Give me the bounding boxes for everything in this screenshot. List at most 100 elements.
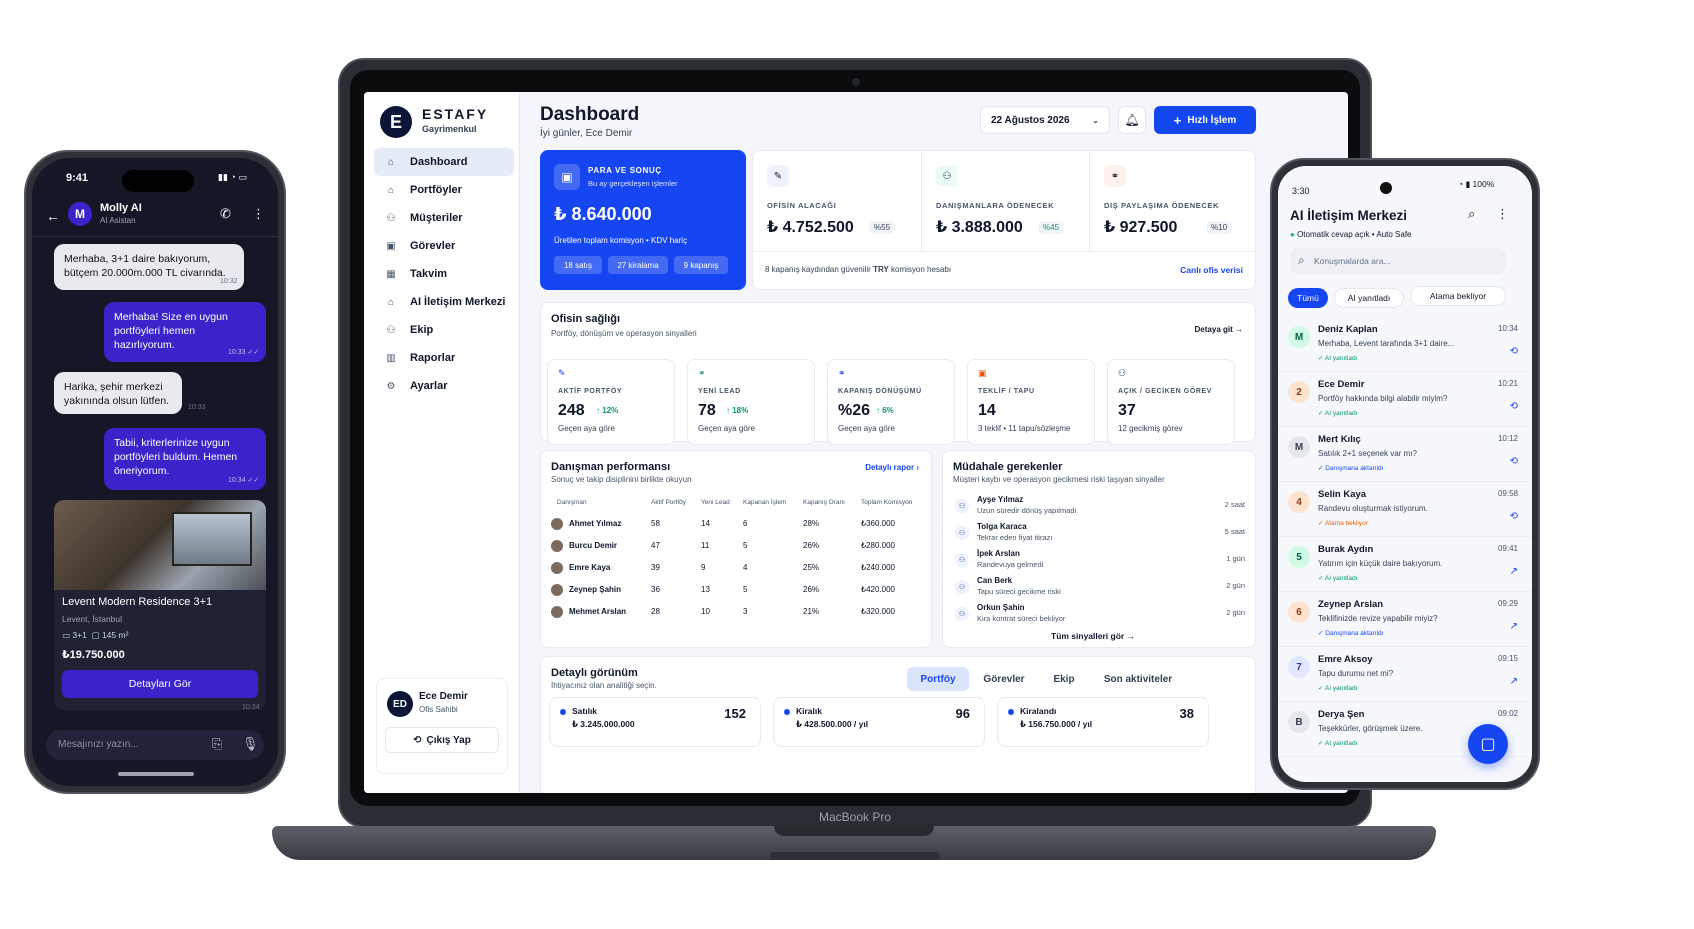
detail-stat-count: 38 [1179,706,1194,721]
health-card[interactable]: ⚭ YENİ LEAD 78 ↑ 18% Geçen aya göre [687,359,815,445]
tab-recent-activities[interactable]: Son aktiviteler [1093,667,1183,691]
date-select[interactable]: 22 Ağustos 2026 ⌄ [980,106,1110,134]
conversation-item[interactable]: 7 Emre Aksoy Tapu durumu net mi? ✓ AI yanıt… [1278,646,1532,702]
signal-item[interactable]: ⚇ İpek Arslan Randevuya gelmedi 1 gün [943,549,1257,575]
filter-awaiting-assignment[interactable]: Atama bekliyor [1410,286,1506,306]
table-cell: 5 [743,541,748,550]
table-cell: 28 [651,607,660,616]
tab-tasks[interactable]: Görevler [973,667,1035,691]
kpi-divider [753,251,1255,252]
detail-stat-count: 152 [724,706,746,721]
conversation-name: Mert Kılıç [1318,434,1361,445]
health-card[interactable]: ✎ AKTİF PORTFÖY 248 ↑ 12% Geçen aya göre [547,359,675,445]
signal-item[interactable]: ⚇ Ayşe Yılmaz Uzun süredir dönüş yapılmadı… [943,495,1257,521]
sidebar-item-dashboard[interactable]: ⌂ Dashboard [374,148,514,176]
nav-icon: ▦ [386,268,396,280]
logout-button[interactable]: ⟲ Çıkış Yap [385,727,499,753]
health-card[interactable]: ⚭ KAPANIŞ DÖNÜŞÜMÜ %26 ↑ 6% Geçen aya göre [827,359,955,445]
detail-view-panel: Detaylı görünüm İhtiyacınız olan analiti… [540,656,1256,793]
filter-all[interactable]: Tümü [1288,288,1328,308]
wallet-icon: ▣ [554,164,580,190]
search-input[interactable]: ⌕ Konuşmalarda ara... [1290,248,1506,274]
health-caption: Geçen aya göre [558,424,615,433]
avatar [551,606,563,618]
table-row[interactable]: Mehmet Arslan 28 10 3 21% ₺320.000 [541,603,933,623]
sidebar-item-görevler[interactable]: ▣ Görevler [374,232,514,260]
attachment-icon[interactable]: ⎘ [212,736,222,752]
status-icon: ✓ [1318,740,1325,747]
kpi-icon: ⚇ [936,165,958,187]
listing-details-button[interactable]: Detayları Gör [62,670,258,698]
table-row[interactable]: Emre Kaya 39 9 4 25% ₺240.000 [541,559,933,579]
hero-pill-closings: 9 kapanış [674,256,728,274]
sidebar-item-müşteriler[interactable]: ⚇ Müşteriler [374,204,514,232]
sidebar-item-portföyler[interactable]: ⌂ Portföyler [374,176,514,204]
revenue-hero-card[interactable]: ▣ PARA VE SONUÇ Bu ay gerçekleşen işleml… [540,150,746,290]
detailed-report-link[interactable]: Detaylı rapor › [865,463,919,472]
health-details-link[interactable]: Detaya git → [1195,325,1243,334]
sidebar-item-raporlar[interactable]: ▥ Raporlar [374,344,514,372]
avatar [551,518,563,530]
tab-team[interactable]: Ekip [1039,667,1089,691]
kpi-percentage: %55 [869,221,896,234]
kpi-label: DIŞ PAYLAŞIMA ÖDENECEK [1104,201,1220,210]
signal-name: Tolga Karaca [977,522,1027,531]
microphone-icon[interactable]: 🎙︎ [242,736,259,752]
tab-portfolio[interactable]: Portföy [907,667,969,691]
quick-action-button[interactable]: + Hızlı İşlem [1154,106,1256,134]
conversation-item[interactable]: 5 Burak Aydın Yatırım için küçük daire bak… [1278,536,1532,592]
more-menu-icon[interactable]: ⋮ [252,206,265,222]
table-cell: 14 [701,519,710,528]
health-card[interactable]: ⚇ AÇIK / GECİKEN GÖREV 37 12 gecikmiş görev [1107,359,1235,445]
live-data-link[interactable]: Canlı ofis verisi [1180,265,1243,275]
table-cell: Ahmet Yılmaz [569,519,622,528]
intervention-subtitle: Müşteri kaybı ve operasyon gecikmesi ris… [953,475,1165,484]
table-cell: 58 [651,519,660,528]
user-alert-icon: ⚇ [955,526,969,540]
listing-card[interactable]: Levent Modern Residence 3+1 Levent, İsta… [54,500,266,710]
conversation-status-text: AI yanıtladı [1324,740,1358,747]
message-input[interactable]: Mesajınızı yazın... ⎘ 🎙︎ [46,730,264,760]
conversation-item[interactable]: M Deniz Kaplan Merhaba, Levent tarafında 3… [1278,316,1532,372]
back-arrow-icon[interactable]: ← [46,208,60,224]
notifications-button[interactable]: 🔔︎ [1118,106,1146,134]
more-menu-icon[interactable]: ⋮ [1496,206,1509,222]
sidebar-item-ekip[interactable]: ⚇ Ekip [374,316,514,344]
sidebar-item-takvim[interactable]: ▦ Takvim [374,260,514,288]
signal-item[interactable]: ⚇ Can Berk Tapu süreci gecikme riski 2 gün [943,576,1257,602]
table-row[interactable]: Burcu Demir 47 11 5 26% ₺280.000 [541,537,933,557]
status-icon: ✓ [1318,520,1325,527]
detail-stat-card[interactable]: Satılık ₺ 3.245.000.000 152 [549,697,761,747]
detail-stat-card[interactable]: Kiralık ₺ 428.500.000 / yıl 96 [773,697,985,747]
sidebar-item-ai-i-letişim-merkezi[interactable]: ⌂ AI İletişim Merkezi [374,288,514,316]
sidebar-item-label: AI İletişim Merkezi [410,296,506,308]
kpi-card[interactable]: ✎ OFİSİN ALACAĞI ₺ 4.752.500 %55 [753,151,921,251]
hero-label: PARA VE SONUÇ [588,166,662,175]
conversation-status-text: Danışmana aktarıldı [1325,630,1384,637]
conversation-item[interactable]: M Mert Kılıç Satılık 2+1 seçenek var mı? ✓ … [1278,426,1532,482]
message-time: 10:32 [220,278,238,285]
signal-item[interactable]: ⚇ Orkun Şahin Kira kontrat süreci bekliyor… [943,603,1257,629]
status-icon: ✓ [1318,355,1325,362]
kpi-card[interactable]: ⚭ DIŞ PAYLAŞIMA ÖDENECEK ₺ 927.500 %10 [1089,151,1257,251]
filter-ai-replied[interactable]: AI yanıtladı [1334,288,1404,308]
table-row[interactable]: Ahmet Yılmaz 58 14 6 28% ₺360.000 [541,515,933,535]
table-row[interactable]: Zeynep Şahin 36 13 5 26% ₺420.000 [541,581,933,601]
detail-stat-card[interactable]: Kiralandı ₺ 156.750.000 / yıl 38 [997,697,1209,747]
kpi-label: DANIŞMANLARA ÖDENECEK [936,201,1055,210]
nav-icon: ▥ [386,352,396,364]
search-icon[interactable]: ⌕ [1468,206,1475,222]
all-signals-link[interactable]: Tüm sinyalleri gör → [1051,631,1135,641]
phone-call-icon[interactable]: ✆ [220,206,231,222]
conversation-preview: Tapu durumu net mi? [1318,669,1394,678]
kpi-value: ₺ 3.888.000 [936,219,1023,236]
kpi-card[interactable]: ⚇ DANIŞMANLARA ÖDENECEK ₺ 3.888.000 %45 [921,151,1089,251]
signal-item[interactable]: ⚇ Tolga Karaca Tekrar eden fiyat itirazı 5 … [943,522,1257,548]
health-card[interactable]: ▣ TEKLİF / TAPU 14 3 teklif • 11 tapu/sözle… [967,359,1095,445]
conversation-item[interactable]: 2 Ece Demir Portföy hakkında bilgi alabili… [1278,371,1532,427]
sidebar-item-ayarlar[interactable]: ⚙ Ayarlar [374,372,514,400]
nav-icon: ▣ [386,240,396,252]
conversation-item[interactable]: 6 Zeynep Arslan Teklifinizde revize yapabi… [1278,591,1532,647]
new-chat-fab[interactable]: ▢ [1468,724,1508,764]
conversation-item[interactable]: 4 Selin Kaya Randevu oluşturmak istiyorum.… [1278,481,1532,537]
